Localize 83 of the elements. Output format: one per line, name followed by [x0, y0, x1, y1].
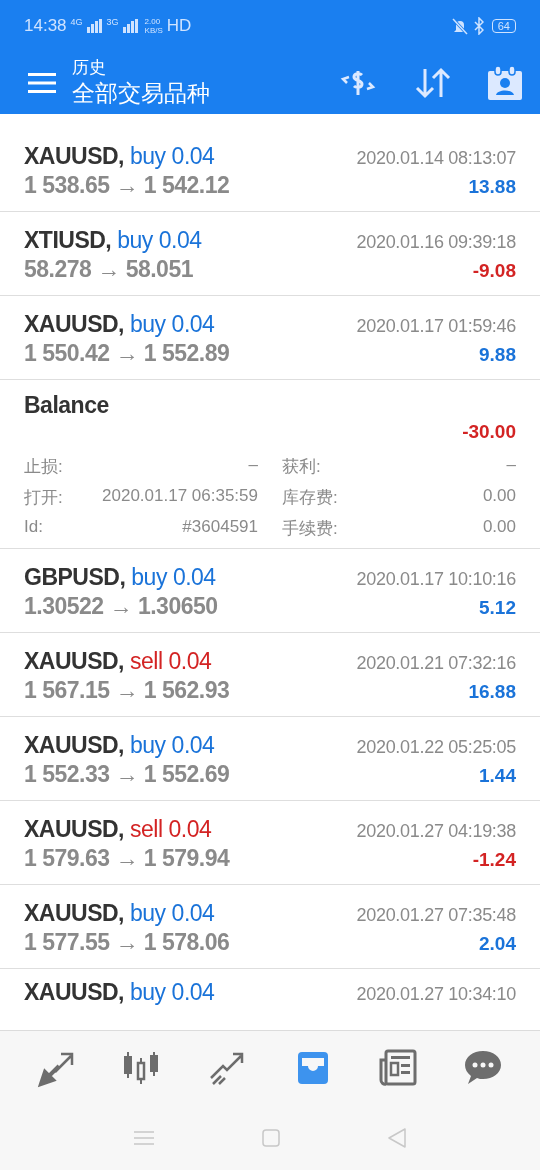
detail-value: 0.00: [482, 517, 516, 538]
profit: -30.00: [462, 421, 516, 443]
sort-icon[interactable]: [414, 67, 452, 99]
price-range: 1 579.63 → 1 579.94: [24, 845, 230, 872]
trade-time: 2020.01.27 04:19:38: [356, 821, 516, 842]
trade-time: 2020.01.21 07:32:16: [356, 653, 516, 674]
order-type: buy: [130, 979, 166, 1006]
order-type: buy: [130, 311, 166, 338]
newspaper-icon[interactable]: [377, 1048, 418, 1088]
price-range: 1 552.33 → 1 552.69: [24, 761, 230, 788]
order-type: buy: [130, 732, 166, 759]
contact-calendar-icon[interactable]: [488, 66, 522, 100]
menu-icon[interactable]: [28, 73, 56, 93]
trade-time: 2020.01.17 10:10:16: [356, 569, 516, 590]
order-volume: 0.04: [168, 648, 212, 675]
price-range: 58.278 → 58.051: [24, 256, 193, 283]
order-volume: 0.04: [171, 900, 215, 927]
trade-time: 2020.01.27 10:34:10: [356, 984, 516, 1005]
profit: 1.44: [479, 765, 516, 787]
detail-value: –: [506, 455, 516, 476]
profit: -1.24: [472, 849, 516, 871]
symbol: XAUUSD,: [24, 900, 124, 927]
mute-icon: [449, 17, 470, 35]
order-type: buy: [117, 227, 153, 254]
trade-time: 2020.01.17 01:59:46: [356, 316, 516, 337]
detail-label: 止损:: [24, 456, 63, 478]
order-volume: 0.04: [171, 979, 215, 1006]
order-volume: 0.04: [158, 227, 202, 254]
trade-time: 2020.01.22 05:25:05: [356, 737, 516, 758]
symbol: XTIUSD,: [24, 227, 112, 254]
price-range: 1 538.65 → 1 542.12: [24, 172, 230, 199]
order-type: sell: [130, 816, 163, 843]
price-range: 1 567.15 → 1 562.93: [24, 677, 230, 704]
profit: 9.88: [479, 344, 516, 366]
hd-label: HD: [166, 16, 192, 36]
symbol: XAUUSD,: [24, 311, 124, 338]
trade-time: 2020.01.14 08:13:07: [356, 148, 516, 169]
price-range: 1 577.55 → 1 578.06: [24, 929, 230, 956]
balance-title: Balance: [24, 392, 110, 419]
order-volume: 0.04: [172, 564, 216, 591]
profit: 16.88: [468, 681, 516, 703]
trade-time: 2020.01.16 09:39:18: [356, 232, 516, 253]
order-volume: 0.04: [171, 732, 215, 759]
speed-unit: KB/S: [144, 26, 163, 35]
speed-value: 2.00: [144, 17, 162, 26]
symbol: XAUUSD,: [24, 648, 124, 675]
detail-value: 2020.01.17 06:35:59: [102, 486, 258, 507]
symbol: XAUUSD,: [24, 816, 124, 843]
symbol: XAUUSD,: [24, 979, 124, 1006]
order-volume: 0.04: [171, 143, 215, 170]
network-label: 4G: [70, 17, 83, 27]
signal-icon: [86, 19, 103, 33]
detail-label: 获利:: [282, 456, 321, 478]
profit: 2.04: [479, 933, 516, 955]
detail-label: 手续费:: [282, 518, 338, 540]
symbol: XAUUSD,: [24, 732, 124, 759]
order-type: sell: [130, 648, 163, 675]
detail-label: 打开:: [24, 487, 63, 509]
order-volume: 0.04: [171, 311, 215, 338]
detail-label: 库存费:: [282, 487, 338, 509]
profit: 13.88: [468, 176, 516, 198]
price-range: 1.30522 → 1.30650: [24, 593, 218, 620]
clock: 14:38: [24, 16, 67, 36]
order-type: buy: [131, 564, 167, 591]
detail-value: #3604591: [182, 517, 258, 538]
network-label: 3G: [106, 17, 119, 27]
battery-indicator: 64: [491, 19, 516, 33]
order-type: buy: [130, 900, 166, 927]
price-range: 1 550.42 → 1 552.89: [24, 340, 230, 367]
detail-value: 0.00: [482, 486, 516, 507]
trade-time: 2020.01.27 07:35:48: [356, 905, 516, 926]
screen-title: 历史: [72, 58, 107, 78]
symbol: GBPUSD,: [24, 564, 126, 591]
profit: -9.08: [472, 260, 516, 282]
filter-title[interactable]: 全部交易品种: [72, 78, 338, 108]
detail-value: –: [248, 455, 258, 476]
order-type: buy: [130, 143, 166, 170]
profit: 5.12: [479, 597, 516, 619]
order-volume: 0.04: [168, 816, 212, 843]
symbol: XAUUSD,: [24, 143, 124, 170]
bluetooth-icon: [473, 17, 484, 35]
signal-icon: [122, 19, 139, 33]
detail-label: Id:: [24, 517, 43, 538]
